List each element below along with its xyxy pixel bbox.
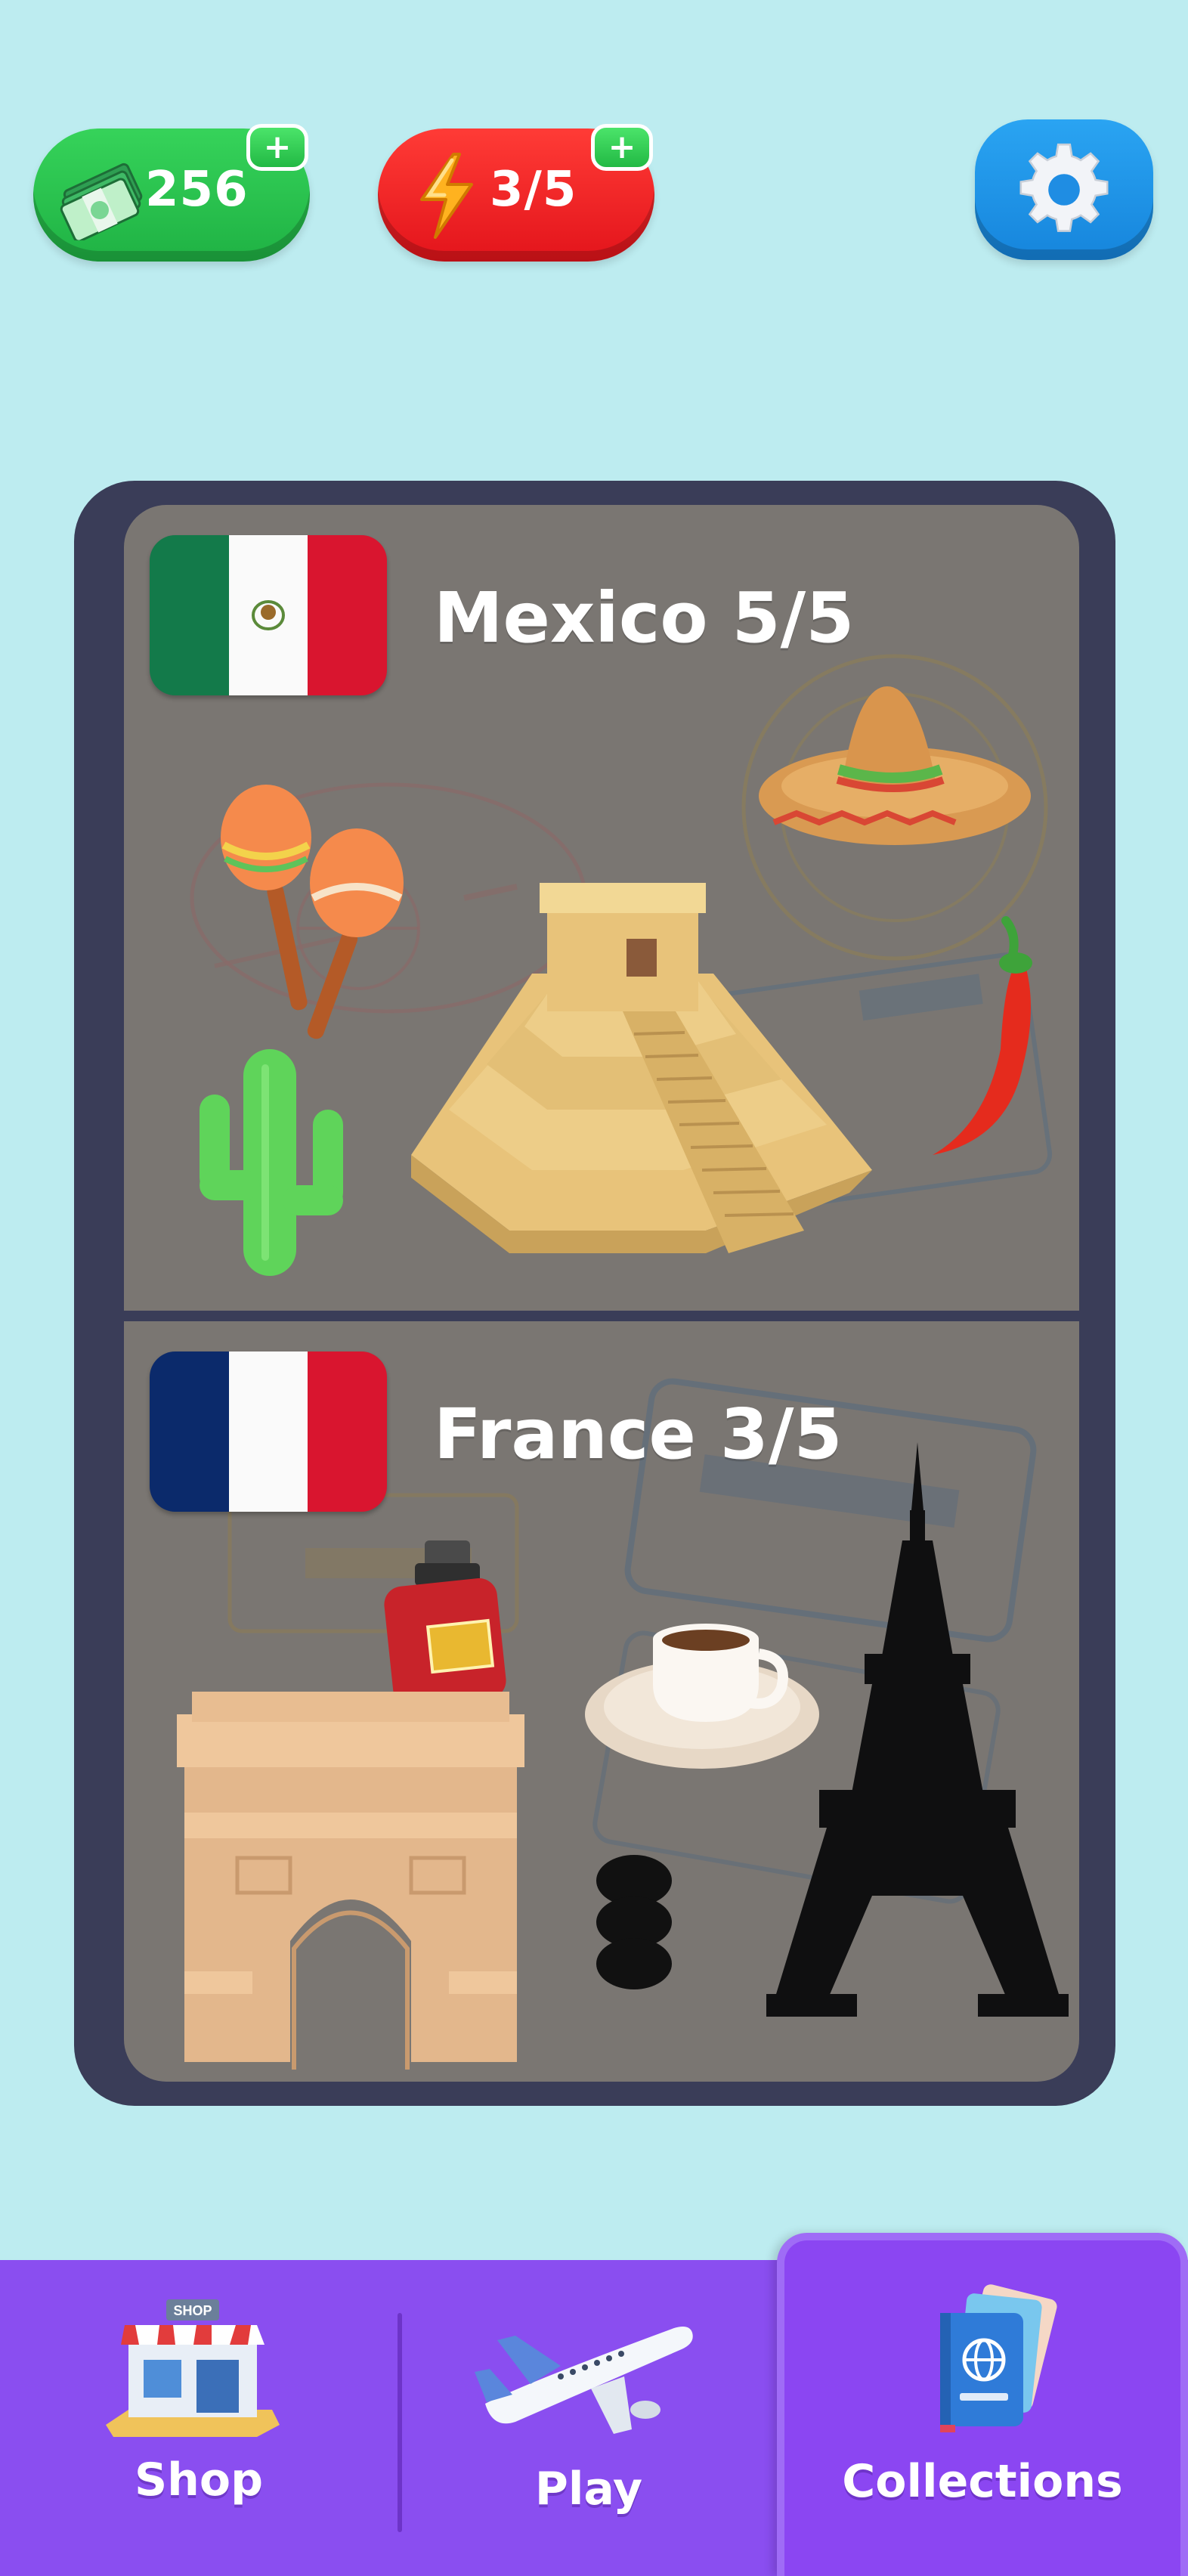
nav-label-collections: Collections — [842, 2455, 1123, 2508]
add-energy-button[interactable]: + — [591, 124, 653, 171]
nav-label-play: Play — [534, 2463, 643, 2516]
pyramid-icon — [411, 883, 872, 1253]
nav-label-shop: Shop — [134, 2454, 264, 2506]
arc-de-triomphe-icon — [177, 1692, 524, 2070]
macaron-silhouette-icon — [596, 1855, 672, 1989]
collections-album: Mexico 5/5 France 3/5 — [74, 481, 1115, 2106]
sombrero-icon — [759, 686, 1031, 845]
collection-title: Mexico 5/5 — [434, 577, 855, 658]
collection-card-france[interactable]: France 3/5 — [124, 1321, 1079, 2082]
france-flag-icon — [150, 1351, 387, 1512]
cash-stack-icon — [60, 163, 143, 240]
passport-icon — [940, 2284, 1057, 2432]
add-cash-button[interactable]: + — [246, 124, 308, 171]
lightning-bolt-icon — [420, 153, 473, 239]
cash-counter[interactable]: 256 + — [33, 124, 310, 262]
collection-title: France 3/5 — [434, 1394, 843, 1475]
airplane-icon — [475, 2327, 693, 2434]
shop-icon: SHOP — [106, 2299, 280, 2437]
cactus-icon — [200, 1049, 343, 1276]
mexico-flag-icon — [150, 535, 387, 695]
energy-value: 3/5 — [490, 162, 577, 218]
collection-card-mexico[interactable]: Mexico 5/5 — [124, 505, 1079, 1314]
gear-icon — [1019, 143, 1109, 232]
nav-tab-collections[interactable]: Collections — [777, 2233, 1188, 2576]
settings-button[interactable] — [975, 119, 1153, 260]
nav-tab-shop[interactable]: SHOP Shop — [0, 2260, 398, 2576]
energy-counter[interactable]: 3/5 + — [378, 124, 654, 262]
bottom-navigation: SHOP Shop Play Collections — [0, 2233, 1188, 2576]
cash-value: 256 — [145, 162, 249, 218]
coffee-cup-icon — [585, 1624, 819, 1769]
nav-tab-play[interactable]: Play — [402, 2260, 775, 2576]
svg-text:SHOP: SHOP — [173, 2303, 212, 2318]
